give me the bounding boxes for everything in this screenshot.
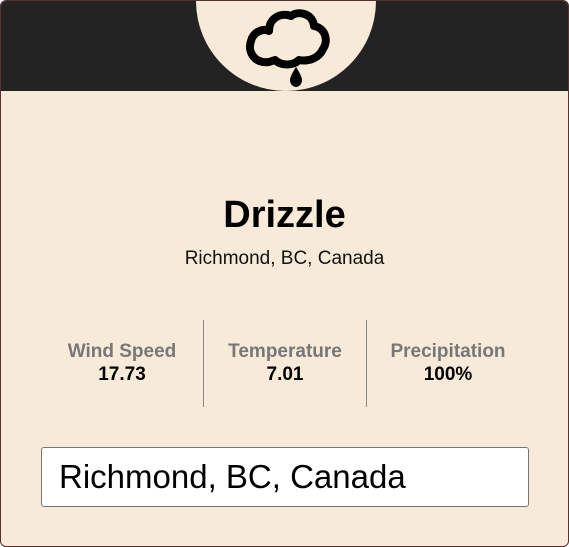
location-search-input[interactable] [41, 447, 529, 507]
drizzle-cloud-icon [246, 9, 330, 87]
weather-card: Drizzle Richmond, BC, Canada Wind Speed … [0, 0, 569, 547]
stats-row: Wind Speed 17.73 Temperature 7.01 Precip… [41, 320, 529, 407]
stat-temperature: Temperature 7.01 [203, 320, 366, 407]
weather-location: Richmond, BC, Canada [184, 248, 385, 269]
stat-wind-speed: Wind Speed 17.73 [41, 320, 203, 407]
stat-label: Precipitation [390, 341, 506, 362]
stat-label: Temperature [228, 341, 342, 362]
stat-value: 17.73 [98, 364, 146, 385]
stat-value: 7.01 [266, 364, 304, 385]
stat-value: 100% [423, 364, 473, 385]
stat-precipitation: Precipitation 100% [366, 320, 529, 407]
stat-label: Wind Speed [67, 341, 177, 362]
weather-condition: Drizzle [223, 194, 346, 236]
